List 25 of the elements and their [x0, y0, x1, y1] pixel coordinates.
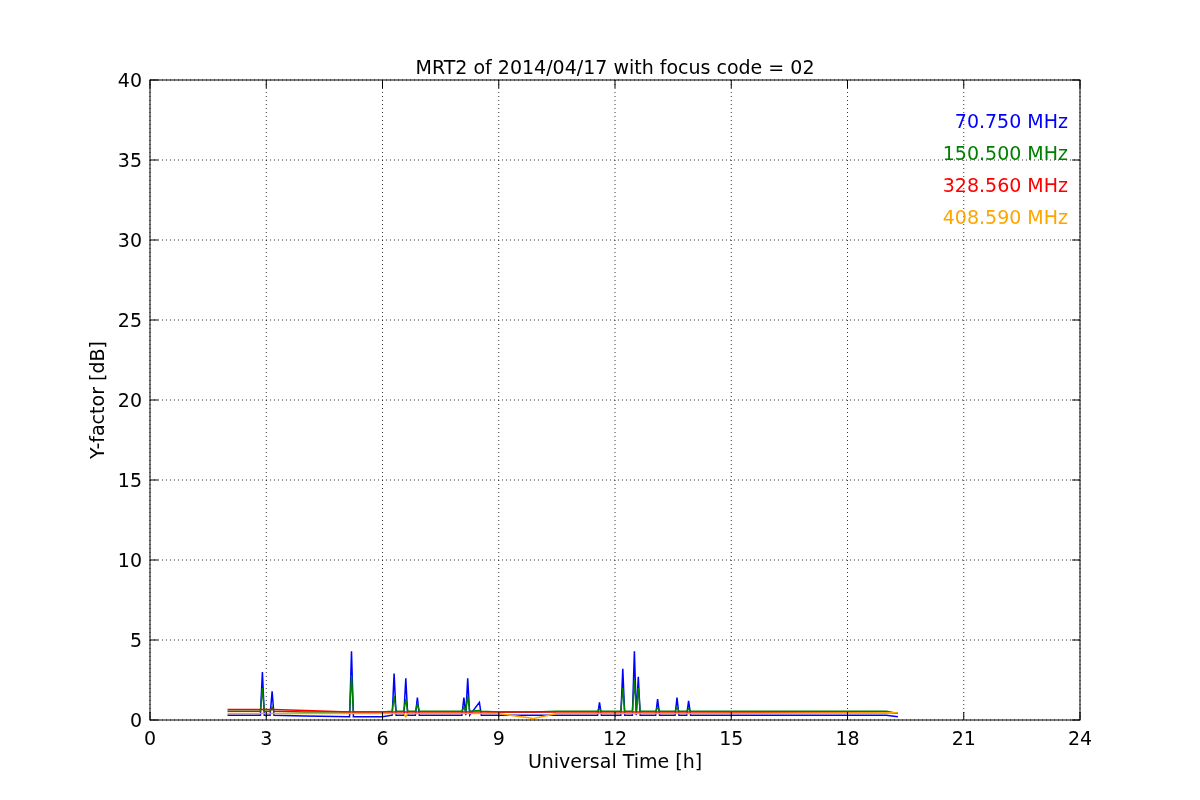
x-axis-label: Universal Time [h] [527, 750, 703, 772]
tick-label: 0 [143, 727, 157, 749]
tick-label: 30 [117, 229, 142, 251]
tick-label: 9 [492, 727, 505, 749]
tick-label: 15 [719, 727, 744, 749]
tick-label: 0 [129, 709, 142, 731]
tick-label: 5 [129, 629, 142, 651]
tick-label: 24 [1067, 727, 1093, 749]
chart-title: MRT2 of 2014/04/17 with focus code = 02 [415, 56, 815, 78]
tick-label: 20 [117, 389, 142, 411]
tick-label: 35 [117, 149, 142, 171]
legend-label: 408.590 MHz [942, 206, 1068, 228]
tick-label: 3 [260, 727, 273, 749]
tick-label: 21 [951, 727, 976, 749]
tick-label: 10 [117, 549, 142, 571]
tick-label: 18 [835, 727, 860, 749]
y-axis-label: Y-factor [dB] [86, 341, 108, 459]
tick-label: 25 [117, 309, 142, 331]
legend-label: 150.500 MHz [942, 142, 1068, 164]
tick-label: 12 [602, 727, 628, 749]
tick-label: 6 [376, 727, 389, 749]
legend-label: 328.560 MHz [942, 174, 1068, 196]
tick-label: 15 [117, 469, 142, 491]
legend-label: 70.750 MHz [954, 110, 1068, 132]
tick-label: 40 [117, 69, 142, 91]
